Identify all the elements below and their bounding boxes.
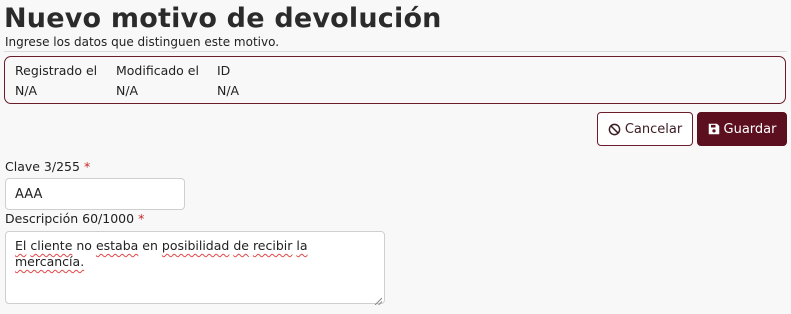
textarea-word: posibilidad [161, 238, 230, 253]
meta-registered: Registrado el N/A [15, 63, 97, 99]
textarea-word: recibir [252, 238, 293, 253]
textarea-word: El [15, 238, 27, 253]
clave-label: Clave 3/255 * [5, 159, 90, 174]
textarea-word: estaba [95, 238, 139, 253]
ban-icon [608, 123, 621, 136]
meta-id: ID N/A [217, 63, 239, 99]
meta-registered-value: N/A [15, 83, 38, 98]
clave-label-text: Clave 3/255 [5, 159, 80, 174]
textarea-word: la [296, 238, 308, 253]
textarea-word: no [76, 238, 92, 253]
cancel-button-label: Cancelar [624, 121, 683, 137]
page-title: Nuevo motivo de devolución [4, 3, 442, 34]
floppy-disk-icon [708, 123, 720, 135]
meta-modified-label: Modificado el [116, 63, 199, 78]
meta-registered-label: Registrado el [15, 63, 98, 78]
meta-modified: Modificado el N/A [116, 63, 199, 99]
descripcion-label-text: Descripción 60/1000 [5, 211, 135, 226]
meta-id-label: ID [217, 63, 231, 78]
textarea-word: en [142, 238, 158, 253]
descripcion-label: Descripción 60/1000 * [5, 211, 144, 226]
meta-id-value: N/A [217, 83, 240, 98]
clave-input[interactable]: AAA [5, 178, 185, 210]
resize-handle-icon[interactable] [374, 293, 383, 306]
clave-input-value: AAA [15, 186, 43, 202]
meta-modified-value: N/A [116, 83, 139, 98]
textarea-word: de [233, 238, 249, 253]
textarea-word: cliente [30, 238, 73, 253]
save-button-label: Guardar [723, 121, 777, 137]
textarea-word: mercancía. [15, 254, 85, 269]
record-meta-panel: Registrado el N/A Modificado el N/A ID N… [4, 56, 786, 104]
save-button[interactable]: Guardar [697, 112, 787, 146]
descripcion-textarea[interactable]: El cliente no estaba en posibilidad de r… [5, 231, 385, 306]
page-subtitle: Ingrese los datos que distinguen este mo… [5, 35, 280, 49]
divider [4, 51, 787, 52]
cancel-button[interactable]: Cancelar [597, 112, 693, 146]
required-mark: * [83, 159, 91, 174]
required-mark: * [138, 211, 145, 226]
